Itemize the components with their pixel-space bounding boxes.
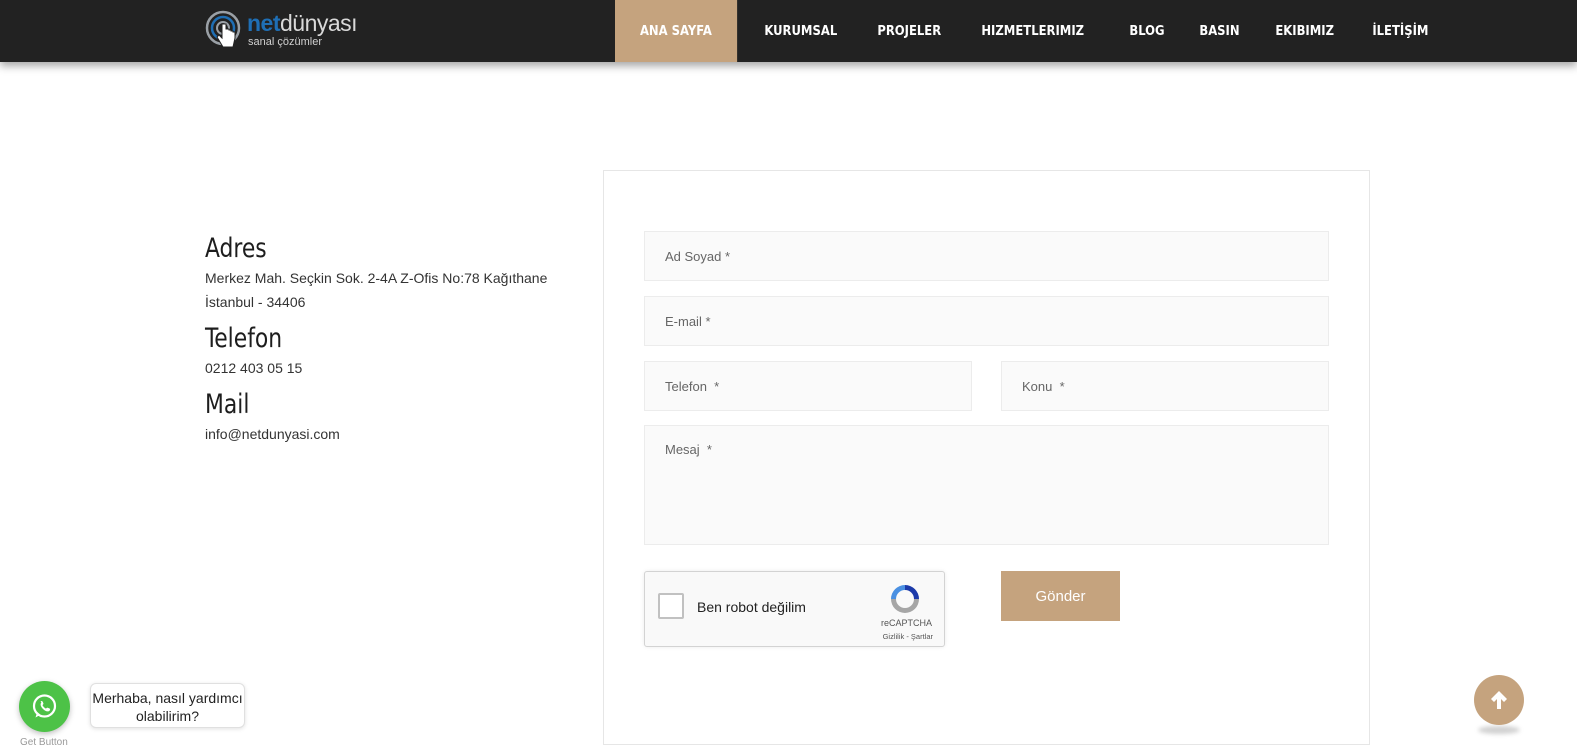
main-nav: ANA SAYFA KURUMSAL PROJELER HIZMETLERIMI… [615,0,1450,62]
nav-item-projeler[interactable]: PROJELER [861,0,958,62]
submit-button[interactable]: Gönder [1001,571,1120,621]
subject-field-wrapper [1001,361,1329,411]
back-to-top-button[interactable] [1474,675,1524,725]
phone-block: Telefon 0212 403 05 15 [205,322,565,380]
nav-item-ana-sayfa[interactable]: ANA SAYFA [615,0,737,62]
name-input[interactable] [645,232,1328,280]
arrow-up-icon [1491,691,1507,709]
recaptcha-brand: reCAPTCHA [880,618,932,628]
mail-block: Mail info@netdunyasi.com [205,388,565,446]
recaptcha-label: Ben robot değilim [697,599,806,615]
recaptcha-widget: Ben robot değilim reCAPTCHA Gizlilik - Ş… [644,571,945,647]
message-textarea[interactable] [645,426,1328,544]
email-input[interactable] [645,297,1328,345]
nav-item-basin[interactable]: BASIN [1183,0,1256,62]
nav-item-blog[interactable]: BLOG [1113,0,1181,62]
back-to-top-shadow [1478,726,1520,734]
address-line-2: İstanbul - 34406 [205,294,306,310]
recaptcha-icon [891,585,919,613]
nav-item-kurumsal[interactable]: KURUMSAL [748,0,854,62]
message-field-wrapper [644,425,1329,545]
nav-item-ekibimiz[interactable]: EKIBIMIZ [1259,0,1350,62]
address-block: Adres Merkez Mah. Seçkin Sok. 2-4A Z-Ofi… [205,232,565,314]
phone-heading: Telefon [205,323,283,354]
touch-logo-icon [205,10,241,48]
recaptcha-checkbox[interactable] [658,593,684,619]
contact-info: Adres Merkez Mah. Seçkin Sok. 2-4A Z-Ofi… [205,232,565,454]
nav-item-hizmetlerimiz[interactable]: HIZMETLERIMIZ [965,0,1100,62]
phone-field-wrapper [644,361,972,411]
top-navigation-bar: netdünyası sanal çözümler ANA SAYFA KURU… [0,0,1577,62]
logo-tagline: sanal çözümler [248,36,322,48]
whatsapp-label[interactable]: Get Button [20,737,68,748]
phone-input[interactable] [645,362,971,410]
whatsapp-button[interactable] [19,681,70,732]
mail-address[interactable]: info@netdunyasi.com [205,422,565,446]
address-heading: Adres [205,233,267,264]
phone-number[interactable]: 0212 403 05 15 [205,356,565,380]
name-field-wrapper [644,231,1329,281]
logo-wordmark: netdünyası [247,10,358,36]
whatsapp-icon [32,694,57,718]
whatsapp-greeting-bubble[interactable]: Merhaba, nasıl yardımcı olabilirim? [90,683,245,728]
nav-item-iletisim[interactable]: İLETİŞİM [1356,0,1445,62]
recaptcha-terms[interactable]: Gizlilik - Şartlar [883,632,933,641]
email-field-wrapper [644,296,1329,346]
subject-input[interactable] [1002,362,1328,410]
address-line-1: Merkez Mah. Seçkin Sok. 2-4A Z-Ofis No:7… [205,270,548,286]
site-logo[interactable]: netdünyası sanal çözümler [205,8,365,58]
mail-heading: Mail [205,389,250,420]
contact-form-card: Ben robot değilim reCAPTCHA Gizlilik - Ş… [603,170,1370,745]
